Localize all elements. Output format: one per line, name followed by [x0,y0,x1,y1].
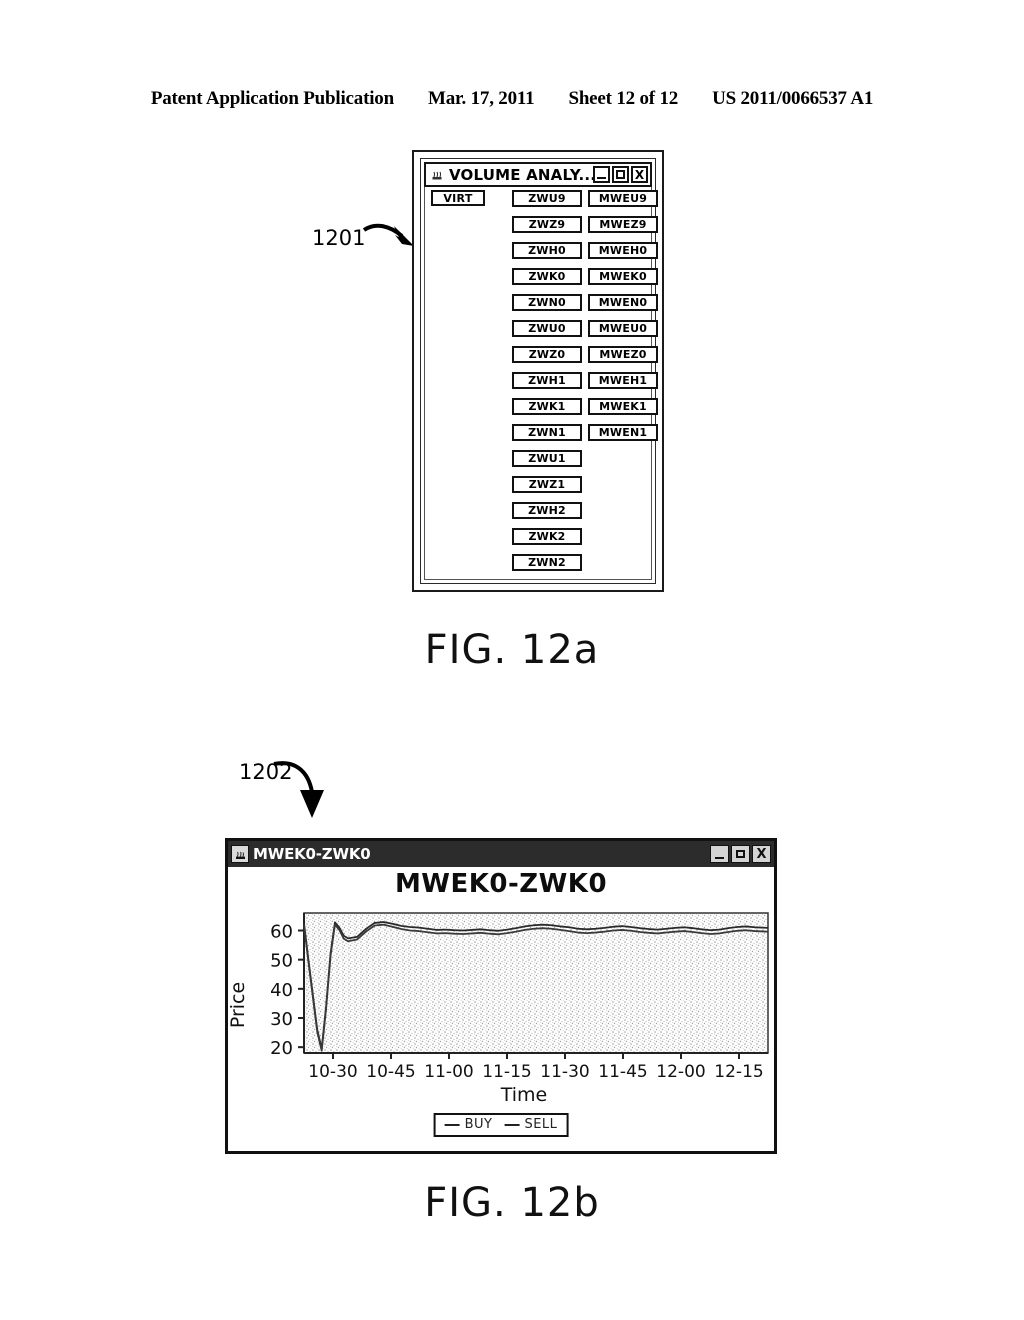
zw-contract-column: ZWU9 ZWZ9 ZWH0 ZWK0 ZWN0 ZWU0 ZWZ0 ZWH1 ZWK1 ZWN1… [512,190,582,580]
minimize-icon[interactable] [593,166,610,183]
chart-legend: BUY SELL [433,1113,569,1137]
chart-window-title: MWEK0-ZWK0 [253,845,371,863]
close-icon[interactable]: X [752,845,771,863]
contract-button-mwek1[interactable]: MWEK1 [588,398,658,415]
y-tick-60: 60 [270,922,293,943]
chart-body: MWEK0-ZWK0 20 30 40 50 60 10-30 10-45 11- [227,867,774,1151]
volume-window-titlebar[interactable]: VOLUME ANALY... X [424,162,652,187]
x-tick-11-15: 11-15 [482,1062,531,1082]
chart-window[interactable]: MWEK0-ZWK0 X MWEK0-ZWK0 20 30 40 50 60 1… [225,838,777,1154]
contract-button-mweh1[interactable]: MWEH1 [588,372,658,389]
volume-window-inner-frame: VOLUME ANALY... X VIRT ZWU9 ZWZ9 ZWH0 ZWK0 Z… [420,158,658,584]
y-tick-40: 40 [270,980,293,1001]
x-tick-12-15: 12-15 [714,1062,763,1082]
x-tick-10-45: 10-45 [366,1062,415,1082]
patent-number: US 2011/0066537 A1 [712,88,874,109]
contract-button-mwek0[interactable]: MWEK0 [588,268,658,285]
x-tick-12-00: 12-00 [656,1062,705,1082]
contract-button-zwz9[interactable]: ZWZ9 [512,216,582,233]
contract-button-zwh1[interactable]: ZWH1 [512,372,582,389]
publication-date: Mar. 17, 2011 [427,88,535,109]
legend-entry-sell: SELL [504,1117,557,1132]
x-axis-label: Time [500,1084,548,1105]
price-time-line-chart[interactable]: 20 30 40 50 60 10-30 10-45 11-00 11-15 11-30 11-4… [227,905,780,1106]
contract-button-zwh0[interactable]: ZWH0 [512,242,582,259]
contract-button-mwez0[interactable]: MWEZ0 [588,346,658,363]
contract-button-zwu1[interactable]: ZWU1 [512,450,582,467]
y-axis-label: Price [228,982,249,1028]
chart-window-titlebar[interactable]: MWEK0-ZWK0 X [228,841,774,867]
maximize-icon[interactable] [731,845,750,863]
contract-button-zwn0[interactable]: ZWN0 [512,294,582,311]
contract-button-zwz0[interactable]: ZWZ0 [512,346,582,363]
contract-button-mweh0[interactable]: MWEH0 [588,242,658,259]
contract-button-mwen1[interactable]: MWEN1 [588,424,658,441]
maximize-icon[interactable] [612,166,629,183]
x-tick-10-30: 10-30 [308,1062,357,1082]
chart-window-controls: X [710,845,771,863]
contract-button-zwu0[interactable]: ZWU0 [512,320,582,337]
mwe-contract-column: MWEU9 MWEZ9 MWEH0 MWEK0 MWEN0 MWEU0 MWEZ0 MWEH1… [588,190,658,450]
contract-button-zwk0[interactable]: ZWK0 [512,268,582,285]
contract-button-mwen0[interactable]: MWEN0 [588,294,658,311]
sheet-number: Sheet 12 of 12 [568,88,679,109]
contract-button-zwk2[interactable]: ZWK2 [512,528,582,545]
contract-button-zwk1[interactable]: ZWK1 [512,398,582,415]
virt-button[interactable]: VIRT [431,190,485,206]
y-axis-ticks: 20 30 40 50 60 [270,922,304,1059]
buy-line-swatch [444,1123,460,1126]
contract-button-mwez9[interactable]: MWEZ9 [588,216,658,233]
chart-title: MWEK0-ZWK0 [394,869,608,899]
contract-button-mweu0[interactable]: MWEU0 [588,320,658,337]
volume-window-controls: X [593,166,648,183]
chart-plot-container: 20 30 40 50 60 10-30 10-45 11-00 11-15 11-30 11-4… [227,905,780,1106]
x-tick-11-30: 11-30 [540,1062,589,1082]
close-icon[interactable]: X [631,166,648,183]
figure-12a-caption: FIG. 12a [424,627,600,673]
x-axis-ticks: 10-30 10-45 11-00 11-15 11-30 11-45 12-00 12-15 [308,1053,764,1082]
contract-button-mweu9[interactable]: MWEU9 [588,190,658,207]
legend-entry-buy: BUY [444,1117,493,1132]
x-tick-11-45: 11-45 [598,1062,647,1082]
contract-button-zwu9[interactable]: ZWU9 [512,190,582,207]
contract-button-zwn2[interactable]: ZWN2 [512,554,582,571]
figure-12b-caption: FIG. 12b [424,1180,600,1226]
legend-label-sell: SELL [524,1117,558,1132]
minimize-icon[interactable] [710,845,729,863]
x-tick-11-00: 11-00 [424,1062,473,1082]
volume-window-title: VOLUME ANALY... [449,165,593,184]
callout-1201-label: 1201 [312,226,366,250]
contract-button-zwn1[interactable]: ZWN1 [512,424,582,441]
java-cup-icon [231,845,249,863]
legend-label-buy: BUY [464,1117,493,1132]
volume-analysis-window[interactable]: VOLUME ANALY... X VIRT ZWU9 ZWZ9 ZWH0 ZWK0 Z… [412,150,664,592]
contract-button-zwh2[interactable]: ZWH2 [512,502,582,519]
callout-1202-arrow [273,761,324,818]
sell-line-swatch [504,1123,520,1126]
app-icon [429,166,446,183]
volume-window-client-area: VIRT ZWU9 ZWZ9 ZWH0 ZWK0 ZWN0 ZWU0 ZWZ0 ZWH1 ZWK… [424,187,658,580]
contract-button-zwz1[interactable]: ZWZ1 [512,476,582,493]
y-tick-30: 30 [270,1009,293,1030]
y-tick-50: 50 [270,951,293,972]
publication-label: Patent Application Publication [150,88,394,109]
plot-background [303,912,769,1054]
y-tick-20: 20 [270,1038,293,1059]
page-header: Patent Application Publication Mar. 17, … [0,88,1024,110]
